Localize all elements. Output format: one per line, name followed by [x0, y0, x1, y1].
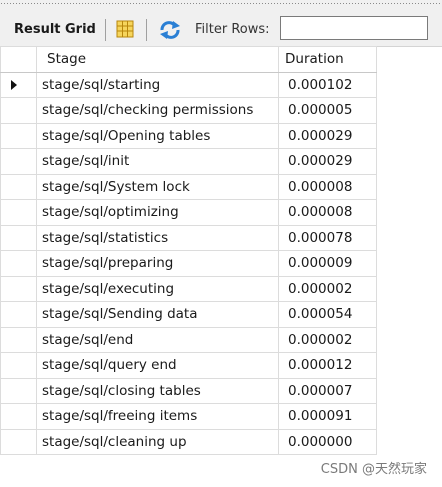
stage-cell[interactable]: stage/sql/init: [36, 148, 279, 175]
row-indicator[interactable]: [0, 97, 37, 124]
row-indicator[interactable]: [0, 71, 37, 98]
stage-cell[interactable]: stage/sql/preparing: [36, 250, 279, 277]
column-header-stage[interactable]: Stage: [36, 46, 279, 73]
stage-cell[interactable]: stage/sql/query end: [36, 352, 279, 379]
row-indicator[interactable]: [0, 224, 37, 251]
table-row[interactable]: stage/sql/query end 0.000012: [0, 352, 377, 379]
stage-cell[interactable]: stage/sql/starting: [36, 71, 279, 98]
grid-view-icon[interactable]: [116, 20, 134, 38]
table-row[interactable]: stage/sql/checking permissions 0.000005: [0, 97, 377, 124]
result-grid-tab[interactable]: Result Grid: [14, 22, 96, 37]
filter-rows-label: Filter Rows:: [195, 22, 270, 37]
table-row[interactable]: stage/sql/executing 0.000002: [0, 275, 377, 302]
stage-cell[interactable]: stage/sql/Opening tables: [36, 122, 279, 149]
row-indicator[interactable]: [0, 275, 37, 302]
refresh-icon[interactable]: [158, 20, 182, 40]
table-row[interactable]: stage/sql/statistics 0.000078: [0, 224, 377, 251]
table-row[interactable]: stage/sql/Sending data 0.000054: [0, 301, 377, 328]
table-row[interactable]: stage/sql/optimizing 0.000008: [0, 199, 377, 226]
result-grid-table: Stage Duration stage/sql/starting 0.00010…: [0, 46, 377, 455]
duration-cell[interactable]: 0.000008: [278, 173, 377, 200]
duration-cell[interactable]: 0.000009: [278, 250, 377, 277]
row-indicator[interactable]: [0, 122, 37, 149]
row-indicator-header: [0, 46, 37, 73]
row-indicator[interactable]: [0, 428, 37, 455]
watermark: CSDN @天然玩家: [320, 462, 427, 477]
duration-cell[interactable]: 0.000005: [278, 97, 377, 124]
duration-cell[interactable]: 0.000000: [278, 428, 377, 455]
stage-cell[interactable]: stage/sql/cleaning up: [36, 428, 279, 455]
duration-cell[interactable]: 0.000102: [278, 71, 377, 98]
table-row[interactable]: stage/sql/starting 0.000102: [0, 71, 377, 98]
filter-rows-input[interactable]: [280, 16, 428, 40]
duration-cell[interactable]: 0.000012: [278, 352, 377, 379]
table-row[interactable]: stage/sql/System lock 0.000008: [0, 173, 377, 200]
row-indicator[interactable]: [0, 377, 37, 404]
table-row[interactable]: stage/sql/freeing items 0.000091: [0, 403, 377, 430]
row-indicator[interactable]: [0, 173, 37, 200]
row-indicator[interactable]: [0, 352, 37, 379]
toolbar-separator: [146, 19, 147, 41]
table-row[interactable]: stage/sql/Opening tables 0.000029: [0, 122, 377, 149]
toolbar-grip: [0, 2, 442, 6]
table-row[interactable]: stage/sql/cleaning up 0.000000: [0, 428, 377, 455]
duration-cell[interactable]: 0.000054: [278, 301, 377, 328]
duration-cell[interactable]: 0.000002: [278, 326, 377, 353]
row-indicator[interactable]: [0, 326, 37, 353]
row-indicator[interactable]: [0, 148, 37, 175]
stage-cell[interactable]: stage/sql/closing tables: [36, 377, 279, 404]
duration-cell[interactable]: 0.000007: [278, 377, 377, 404]
duration-cell[interactable]: 0.000078: [278, 224, 377, 251]
toolbar-separator: [105, 19, 106, 41]
stage-cell[interactable]: stage/sql/optimizing: [36, 199, 279, 226]
current-row-arrow-icon: [11, 79, 17, 90]
duration-cell[interactable]: 0.000091: [278, 403, 377, 430]
stage-cell[interactable]: stage/sql/freeing items: [36, 403, 279, 430]
stage-cell[interactable]: stage/sql/Sending data: [36, 301, 279, 328]
duration-cell[interactable]: 0.000029: [278, 148, 377, 175]
stage-cell[interactable]: stage/sql/System lock: [36, 173, 279, 200]
row-indicator[interactable]: [0, 403, 37, 430]
stage-cell[interactable]: stage/sql/checking permissions: [36, 97, 279, 124]
table-row[interactable]: stage/sql/closing tables 0.000007: [0, 377, 377, 404]
stage-cell[interactable]: stage/sql/executing: [36, 275, 279, 302]
table-row[interactable]: stage/sql/init 0.000029: [0, 148, 377, 175]
stage-cell[interactable]: stage/sql/statistics: [36, 224, 279, 251]
row-indicator[interactable]: [0, 250, 37, 277]
column-header-duration[interactable]: Duration: [278, 46, 377, 73]
row-indicator[interactable]: [0, 301, 37, 328]
stage-cell[interactable]: stage/sql/end: [36, 326, 279, 353]
duration-cell[interactable]: 0.000008: [278, 199, 377, 226]
result-grid-toolbar: Result Grid Filter Rows:: [0, 0, 442, 47]
header-row: Stage Duration: [0, 46, 377, 73]
row-indicator[interactable]: [0, 199, 37, 226]
duration-cell[interactable]: 0.000002: [278, 275, 377, 302]
table-row[interactable]: stage/sql/preparing 0.000009: [0, 250, 377, 277]
duration-cell[interactable]: 0.000029: [278, 122, 377, 149]
table-row[interactable]: stage/sql/end 0.000002: [0, 326, 377, 353]
